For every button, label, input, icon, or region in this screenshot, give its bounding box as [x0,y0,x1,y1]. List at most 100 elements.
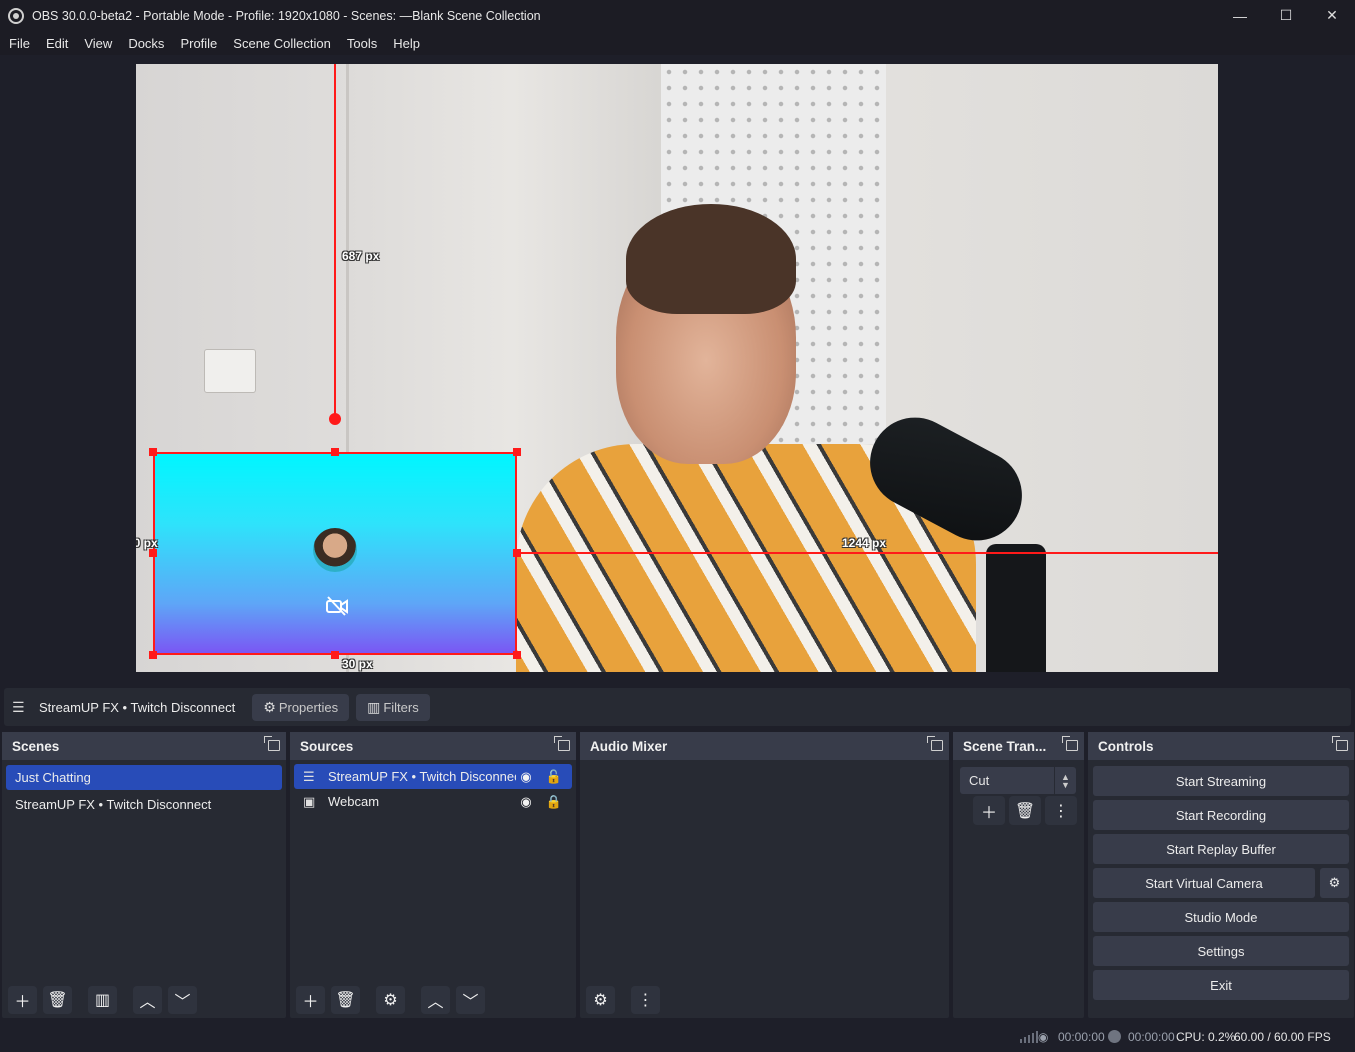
move-source-down-button[interactable]: ﹀ [456,986,485,1014]
audio-mixer-title: Audio Mixer [590,738,668,754]
settings-button[interactable]: Settings [1093,936,1349,966]
start-virtual-camera-button[interactable]: Start Virtual Camera [1093,868,1315,898]
scene-item[interactable]: Just Chatting [6,765,282,790]
camera-off-icon [325,596,349,616]
start-streaming-button[interactable]: Start Streaming [1093,766,1349,796]
move-scene-up-button[interactable]: ︿ [133,986,162,1014]
scene-transitions-dock: Scene Tran... Cut ▲ ▼ ＋ 🗑 ⋮ [953,732,1084,1018]
record-icon [1108,1030,1121,1043]
resize-handle-bottom[interactable] [331,651,339,659]
sources-title: Sources [300,738,354,754]
resize-handle-top-left[interactable] [149,448,157,456]
menu-scene-collection[interactable]: Scene Collection [225,36,339,51]
unlock-icon[interactable]: 🔓 [544,769,564,785]
scene-filters-button[interactable]: ▥ [88,986,117,1014]
audio-mixer-menu-button[interactable]: ⋮ [631,986,660,1014]
selected-source-box[interactable] [153,452,517,655]
guide-line-right [517,552,1218,554]
streamer-avatar [313,528,357,572]
move-source-up-button[interactable]: ︿ [421,986,450,1014]
transition-menu-button[interactable]: ⋮ [1045,796,1077,825]
add-scene-button[interactable]: ＋ [8,986,37,1014]
menu-help[interactable]: Help [385,36,428,51]
properties-label: Properties [278,699,339,715]
signal-strength-icon [1020,1031,1038,1043]
menu-docks[interactable]: Docks [120,36,172,51]
scenes-dock: Scenes Just Chatting StreamUP FX • Twitc… [2,732,286,1018]
transition-selected-value: Cut [969,773,990,788]
source-properties-button[interactable]: ⚙ [376,986,405,1014]
virtual-camera-settings-button[interactable]: ⚙ [1320,868,1349,898]
eye-icon[interactable]: ◉ [516,794,536,810]
start-recording-button[interactable]: Start Recording [1093,800,1349,830]
resize-handle-right[interactable] [513,549,521,557]
scene-transitions-dock-header: Scene Tran... [953,732,1084,760]
scenes-dock-header: Scenes [2,732,286,760]
audio-mixer-toolbar: ⚙ ⋮ [586,986,660,1014]
sources-dock: Sources ☰ StreamUP FX • Twitch Disconnec… [290,732,576,1018]
close-button[interactable]: ✕ [1309,0,1355,31]
studio-mode-button[interactable]: Studio Mode [1093,902,1349,932]
guide-label-bottom: 30 px [342,657,373,671]
controls-dock-header: Controls [1088,732,1354,760]
remove-source-button[interactable]: 🗑 [331,986,360,1014]
properties-button[interactable]: ⚙ Properties [252,693,350,721]
chevron-up-icon: ︿ [427,994,444,1011]
start-replay-buffer-button[interactable]: Start Replay Buffer [1093,834,1349,864]
resize-handle-bottom-left[interactable] [149,651,157,659]
group-list-icon: ☰ [303,768,315,784]
chevron-up-icon: ︿ [139,994,156,1011]
undock-icon[interactable] [1332,736,1348,751]
transition-toolbar: ＋ 🗑 ⋮ [973,796,1077,825]
menu-profile[interactable]: Profile [172,36,225,51]
menu-view[interactable]: View [76,36,120,51]
add-transition-button[interactable]: ＋ [973,796,1005,825]
record-time: 00:00:00 [1128,1030,1175,1044]
scene-item[interactable]: StreamUP FX • Twitch Disconnect [6,792,282,817]
preview-area: 687 px 30 px 1244 px 30 px [0,55,1355,685]
advanced-audio-button[interactable]: ⚙ [586,986,615,1014]
sources-toolbar: ＋ 🗑 ⚙ ︿ ﹀ [296,986,485,1014]
undock-icon[interactable] [1062,736,1078,751]
add-source-button[interactable]: ＋ [296,986,325,1014]
context-source-name: StreamUP FX • Twitch Disconnect [39,699,236,715]
remove-transition-button[interactable]: 🗑 [1009,796,1041,825]
guide-label-right: 1244 px [842,536,887,550]
guide-line-top [334,64,336,420]
transition-select[interactable]: Cut ▲ ▼ [960,767,1076,794]
sources-dock-header: Sources [290,732,576,760]
menu-bar: File Edit View Docks Profile Scene Colle… [0,31,1355,55]
gear-icon: ⚙ [1328,875,1341,890]
scenes-title: Scenes [12,738,60,754]
source-item[interactable]: ☰ StreamUP FX • Twitch Disconnect ◉ 🔓 [294,764,572,789]
undock-icon[interactable] [554,736,570,751]
resize-handle-bottom-right[interactable] [513,651,521,659]
undock-icon[interactable] [264,736,280,751]
trash-icon: 🗑 [1014,802,1036,820]
exit-button[interactable]: Exit [1093,970,1349,1000]
menu-edit[interactable]: Edit [38,36,76,51]
source-item[interactable]: ▣ Webcam ◉ 🔒 [294,789,572,814]
undock-icon[interactable] [927,736,943,751]
filters-button[interactable]: ▥ Filters [356,693,430,721]
resize-handle-top[interactable] [331,448,339,456]
plus-icon: ＋ [302,994,319,1011]
webcam-mic-arm [986,544,1046,672]
plus-icon: ＋ [980,804,997,822]
lock-icon[interactable]: 🔒 [544,794,564,810]
resize-handle-left[interactable] [149,549,157,557]
minimize-button[interactable]: — [1217,0,1263,31]
move-scene-down-button[interactable]: ﹀ [168,986,197,1014]
program-preview[interactable]: 687 px 30 px 1244 px 30 px [136,64,1218,672]
plus-icon: ＋ [14,994,31,1011]
menu-file[interactable]: File [1,36,38,51]
eye-icon[interactable]: ◉ [516,769,536,785]
filters-label: Filters [383,699,419,715]
group-list-icon: ☰ [12,698,25,715]
maximize-button[interactable]: ☐ [1263,0,1309,31]
rotation-handle[interactable] [329,413,341,425]
controls-title: Controls [1098,738,1154,754]
menu-tools[interactable]: Tools [339,36,385,51]
resize-handle-top-right[interactable] [513,448,521,456]
remove-scene-button[interactable]: 🗑 [43,986,72,1014]
